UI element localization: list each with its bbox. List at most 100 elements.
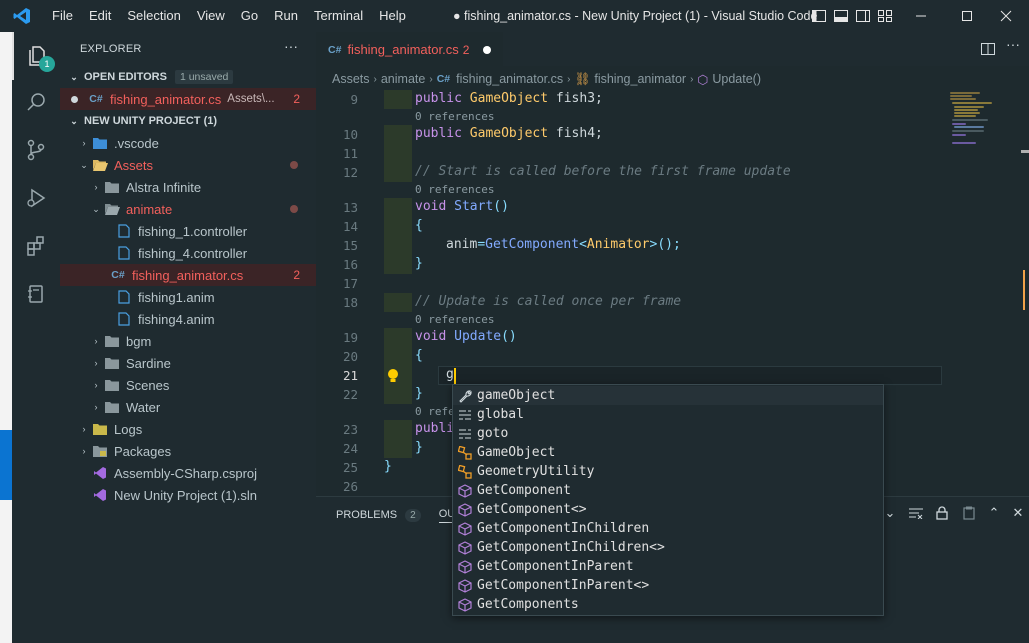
toggle-panel-icon[interactable] xyxy=(833,8,849,24)
chevron-down-icon[interactable]: ⌄ xyxy=(882,505,898,521)
codelens[interactable]: 0 references xyxy=(415,110,494,123)
suggestion-item[interactable]: GetComponent xyxy=(453,481,883,500)
minimap[interactable] xyxy=(946,90,1016,150)
tree-item-label: Assets xyxy=(114,157,154,173)
tree-item-logs[interactable]: › Logs xyxy=(60,418,316,440)
suggestion-item[interactable]: GetComponentInParent<> xyxy=(453,576,883,595)
vscode-logo-icon xyxy=(0,0,44,32)
suggestion-item[interactable]: GetComponents xyxy=(453,595,883,614)
unsaved-dot-icon[interactable] xyxy=(60,95,88,103)
suggestion-item[interactable]: GeometryUtility xyxy=(453,462,883,481)
line-number: 9 xyxy=(350,92,358,107)
line-number: 12 xyxy=(342,165,358,180)
menu-file[interactable]: File xyxy=(44,0,81,32)
line-number: 21 xyxy=(342,368,358,383)
tree-item-label: Logs xyxy=(114,421,143,437)
chevron-right-icon: › xyxy=(429,73,433,85)
menu-edit[interactable]: Edit xyxy=(81,0,119,32)
tree-item-animate[interactable]: ⌄ animate xyxy=(60,198,316,220)
tree-item-alstra-infinite[interactable]: › Alstra Infinite xyxy=(60,176,316,198)
more-actions-icon[interactable]: ··· xyxy=(284,38,298,54)
suggestion-label: GetComponent xyxy=(477,483,571,498)
project-header[interactable]: ⌄ NEW UNITY PROJECT (1) xyxy=(60,110,316,132)
tree-item-sardine[interactable]: › Sardine xyxy=(60,352,316,374)
file-icon xyxy=(116,223,132,239)
menu-help[interactable]: Help xyxy=(371,0,414,32)
source-control-activity[interactable] xyxy=(12,126,60,174)
close-icon[interactable]: ✕ xyxy=(1010,505,1026,521)
open-editors-header[interactable]: ⌄ OPEN EDITORS 1 unsaved xyxy=(60,66,316,88)
file-icon xyxy=(116,311,132,327)
tree-item-assets[interactable]: ⌄ Assets xyxy=(60,154,316,176)
customize-layout-icon[interactable] xyxy=(877,8,893,24)
suggestion-item[interactable]: global xyxy=(453,405,883,424)
tree-item-sln[interactable]: New Unity Project (1).sln xyxy=(60,484,316,506)
suggestion-item[interactable]: GameObject xyxy=(453,443,883,462)
tree-item-fishing-4-controller[interactable]: fishing_4.controller xyxy=(60,242,316,264)
code-comment: // Update is called once per frame xyxy=(415,294,682,309)
extensions-activity[interactable] xyxy=(12,222,60,270)
clear-output-icon[interactable] xyxy=(908,505,924,521)
suggestion-item[interactable]: goto xyxy=(453,424,883,443)
breadcrumb-item[interactable]: Update() xyxy=(712,72,761,86)
minimize-button[interactable] xyxy=(898,0,944,32)
toggle-secondary-sidebar-icon[interactable] xyxy=(855,8,871,24)
breadcrumb-item[interactable]: animate xyxy=(381,72,425,86)
folder-icon xyxy=(104,377,120,393)
tree-item-fishing-1-controller[interactable]: fishing_1.controller xyxy=(60,220,316,242)
open-log-icon[interactable] xyxy=(961,505,977,521)
tab-problems[interactable]: PROBLEMS xyxy=(336,509,397,521)
lightbulb-icon[interactable] xyxy=(386,368,400,388)
menu-terminal[interactable]: Terminal xyxy=(306,0,371,32)
menu-view[interactable]: View xyxy=(189,0,233,32)
chevron-up-icon[interactable]: ⌃ xyxy=(986,505,1002,521)
explorer-activity[interactable]: 1 xyxy=(12,32,60,80)
unsaved-dot-icon[interactable] xyxy=(483,45,492,54)
lock-icon[interactable] xyxy=(934,505,950,521)
suggestion-item[interactable]: GetComponent<> xyxy=(453,500,883,519)
code-line: anim=GetComponent<Animator>(); xyxy=(446,237,681,252)
suggestion-item[interactable]: gameObject xyxy=(453,386,883,405)
suggestion-item[interactable]: GetComponentInChildren xyxy=(453,519,883,538)
tree-item-vscode[interactable]: › .vscode xyxy=(60,132,316,154)
editor-tab[interactable]: C# fishing_animator.cs 2 xyxy=(316,32,504,66)
chevron-right-icon: › xyxy=(690,73,694,85)
suggestion-item[interactable]: GetComponentInChildren<> xyxy=(453,538,883,557)
suggestion-item[interactable]: GetComponentInParent xyxy=(453,557,883,576)
explorer-sidebar: EXPLORER ··· ⌄ OPEN EDITORS 1 unsaved C#… xyxy=(60,32,316,643)
chevron-right-icon: › xyxy=(82,424,86,434)
text-cursor xyxy=(454,368,456,385)
codelens[interactable]: 0 references xyxy=(415,183,494,196)
split-editor-icon[interactable] xyxy=(980,41,996,60)
search-activity[interactable] xyxy=(12,78,60,126)
line-number: 14 xyxy=(342,219,358,234)
breadcrumb-item[interactable]: Assets xyxy=(332,72,370,86)
csharp-file-icon: C# xyxy=(89,93,103,105)
tree-item-bgm[interactable]: › bgm xyxy=(60,330,316,352)
notebook-activity[interactable] xyxy=(12,270,60,318)
more-actions-icon[interactable]: ··· xyxy=(1006,36,1020,52)
overview-ruler[interactable] xyxy=(1021,90,1029,530)
menu-selection[interactable]: Selection xyxy=(119,0,188,32)
tree-item-error-count: 2 xyxy=(293,268,300,282)
tree-item-csproj[interactable]: Assembly-CSharp.csproj xyxy=(60,462,316,484)
codelens[interactable]: 0 references xyxy=(415,313,494,326)
tree-item-fishing4-anim[interactable]: fishing4.anim xyxy=(60,308,316,330)
tree-item-fishing1-anim[interactable]: fishing1.anim xyxy=(60,286,316,308)
menu-run[interactable]: Run xyxy=(266,0,306,32)
tree-item-label: fishing_1.controller xyxy=(138,223,248,239)
tree-item-fishing-animator[interactable]: C# fishing_animator.cs 2 xyxy=(60,264,316,286)
menu-go[interactable]: Go xyxy=(233,0,266,32)
breadcrumb-item[interactable]: fishing_animator.cs xyxy=(456,72,563,86)
open-editor-item[interactable]: C# fishing_animator.cs Assets\... 2 xyxy=(60,88,316,110)
tree-item-label: fishing4.anim xyxy=(138,311,215,327)
run-debug-activity[interactable] xyxy=(12,174,60,222)
toggle-sidebar-icon[interactable] xyxy=(811,8,827,24)
csharp-file-icon: C# xyxy=(328,43,342,56)
breadcrumb-item[interactable]: fishing_animator xyxy=(594,72,686,86)
tree-item-packages[interactable]: › Packages xyxy=(60,440,316,462)
close-button[interactable] xyxy=(983,0,1029,32)
code-line: { xyxy=(415,348,423,363)
tree-item-water[interactable]: › Water xyxy=(60,396,316,418)
tree-item-scenes[interactable]: › Scenes xyxy=(60,374,316,396)
